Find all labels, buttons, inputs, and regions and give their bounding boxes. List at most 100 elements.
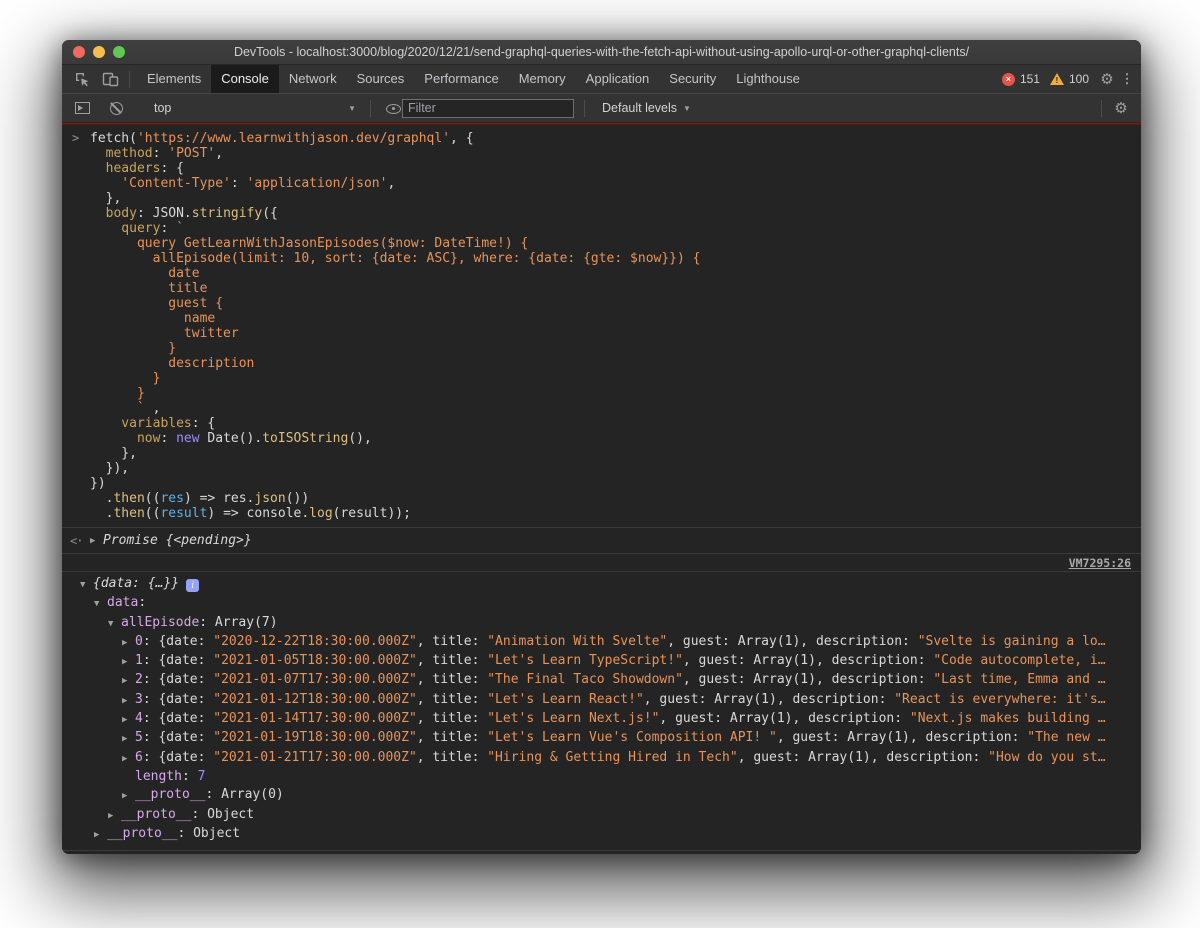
code-token: 0 xyxy=(135,634,143,649)
code-line: } xyxy=(90,341,1135,356)
expand-arrow-icon[interactable]: ▶ xyxy=(122,634,135,652)
code-token: length xyxy=(135,769,182,784)
code-token: description xyxy=(90,356,254,371)
code-token: , { xyxy=(450,131,473,146)
code-token: "React is everywhere: it's… xyxy=(894,692,1105,707)
log-levels-select[interactable]: Default levels ▼ xyxy=(602,101,691,115)
expand-arrow-icon[interactable]: ▶ xyxy=(122,672,135,690)
tab-performance[interactable]: Performance xyxy=(414,65,508,93)
code-token: , title: xyxy=(417,672,487,687)
tree-row: ▶0: {date: "2020-12-22T18:30:00.000Z", t… xyxy=(62,633,1141,652)
code-token: : JSON. xyxy=(137,206,192,221)
code-line: twitter xyxy=(90,326,1135,341)
code-token: "How do you st… xyxy=(988,750,1105,765)
tab-sources[interactable]: Sources xyxy=(347,65,415,93)
code-token: : {date: xyxy=(143,634,213,649)
tab-elements[interactable]: Elements xyxy=(137,65,211,93)
code-line: now: new Date().toISOString(), xyxy=(90,431,1135,446)
code-token: new xyxy=(176,431,199,446)
code-token: , xyxy=(215,146,223,161)
expand-arrow-icon[interactable]: ▶ xyxy=(108,807,121,825)
code-token: , title: xyxy=(417,692,487,707)
code-token: }, xyxy=(90,191,121,206)
more-options-icon[interactable]: ⋮ xyxy=(1119,67,1135,91)
tree-row-preview: allEpisode: Array(7) xyxy=(121,615,278,630)
code-token: , guest: Array(1), description: xyxy=(738,750,988,765)
expand-arrow-icon[interactable]: ▶ xyxy=(122,653,135,671)
code-line: body: JSON.stringify({ xyxy=(90,206,1135,221)
code-line: } xyxy=(90,371,1135,386)
code-token: query xyxy=(90,221,160,236)
code-token: 4 xyxy=(135,711,143,726)
expand-arrow-icon[interactable]: ▶ xyxy=(122,730,135,748)
code-token: }, xyxy=(90,446,137,461)
expand-arrow-icon[interactable]: ▶ xyxy=(122,787,135,805)
code-line: headers: { xyxy=(90,161,1135,176)
source-link[interactable]: VM7295:26 xyxy=(1069,556,1131,570)
code-token: (( xyxy=(145,506,161,521)
expand-arrow-icon[interactable]: ▼ xyxy=(108,615,121,633)
traffic-lights xyxy=(73,40,125,64)
code-token: guest { xyxy=(90,296,223,311)
code-token: ()) xyxy=(286,491,309,506)
console-sidebar-toggle-icon[interactable] xyxy=(70,96,94,120)
code-token: , title: xyxy=(417,730,487,745)
error-count: 151 xyxy=(1020,72,1040,86)
tree-row: ▶__proto__: Object xyxy=(62,806,1141,825)
tree-row-preview: length: 7 xyxy=(135,769,205,784)
frame-context-value: top xyxy=(154,101,171,115)
code-line: .then((res) => res.json()) xyxy=(90,491,1135,506)
error-icon: × xyxy=(1002,73,1015,86)
tree-row: ▼data: xyxy=(62,594,1141,613)
tree-row-preview: 2: {date: "2021-01-07T17:30:00.000Z", ti… xyxy=(135,672,1106,687)
tab-security[interactable]: Security xyxy=(659,65,726,93)
live-expression-eye-icon[interactable] xyxy=(378,96,402,120)
settings-gear-icon[interactable]: ⚙ xyxy=(1095,67,1119,91)
tab-memory[interactable]: Memory xyxy=(509,65,576,93)
filter-input[interactable] xyxy=(402,99,574,118)
tree-row-preview: 3: {date: "2021-01-12T18:30:00.000Z", ti… xyxy=(135,692,1106,707)
tab-network[interactable]: Network xyxy=(279,65,347,93)
code-line: }, xyxy=(90,446,1135,461)
expand-arrow-icon[interactable]: ▶ xyxy=(122,711,135,729)
tab-application[interactable]: Application xyxy=(576,65,660,93)
expand-arrow-icon[interactable]: ▼ xyxy=(94,595,107,613)
code-token: 7 xyxy=(198,769,206,784)
expand-arrow-icon[interactable]: ▶ xyxy=(94,826,107,844)
tree-row-preview: data: xyxy=(107,595,146,610)
code-token: "The Final Taco Showdown" xyxy=(487,672,683,687)
code-line: method: 'POST', xyxy=(90,146,1135,161)
code-token: name xyxy=(90,311,215,326)
expand-arrow-icon[interactable]: ▼ xyxy=(80,576,93,594)
issue-counters[interactable]: × 151 ! 100 xyxy=(1002,72,1095,86)
console-settings-gear-icon[interactable]: ⚙ xyxy=(1109,96,1133,120)
code-line: fetch('https://www.learnwithjason.dev/gr… xyxy=(90,131,1135,146)
tree-row: ▼{data: {…}} i xyxy=(62,575,1141,594)
expand-arrow-icon[interactable]: ▶ xyxy=(122,692,135,710)
divider xyxy=(370,100,371,117)
device-toolbar-icon[interactable] xyxy=(98,67,122,91)
tree-row: ▶5: {date: "2021-01-19T18:30:00.000Z", t… xyxy=(62,729,1141,748)
console-input-code: fetch('https://www.learnwithjason.dev/gr… xyxy=(90,131,1135,521)
close-button[interactable] xyxy=(73,46,85,58)
console-prompt[interactable]: > xyxy=(62,850,1141,854)
code-token: : Object xyxy=(177,826,240,841)
expand-arrow-icon[interactable]: ▶ xyxy=(90,536,103,546)
code-token: fetch( xyxy=(90,131,137,146)
tree-row: ▼allEpisode: Array(7) xyxy=(62,614,1141,633)
zoom-button[interactable] xyxy=(113,46,125,58)
info-icon[interactable]: i xyxy=(186,579,199,592)
tab-console[interactable]: Console xyxy=(211,65,279,93)
code-token: "Let's Learn Vue's Composition API! " xyxy=(487,730,777,745)
tree-row: ▶4: {date: "2021-01-14T17:30:00.000Z", t… xyxy=(62,710,1141,729)
code-token: ({ xyxy=(262,206,278,221)
frame-context-select[interactable]: top ▼ xyxy=(154,101,356,115)
expand-arrow-icon[interactable]: ▶ xyxy=(122,750,135,768)
code-token: {data: {…}} xyxy=(93,576,179,591)
clear-console-icon[interactable] xyxy=(104,96,128,120)
code-line: }), xyxy=(90,461,1135,476)
code-token: (), xyxy=(348,431,371,446)
inspect-element-icon[interactable] xyxy=(70,67,94,91)
tab-lighthouse[interactable]: Lighthouse xyxy=(726,65,810,93)
minimize-button[interactable] xyxy=(93,46,105,58)
